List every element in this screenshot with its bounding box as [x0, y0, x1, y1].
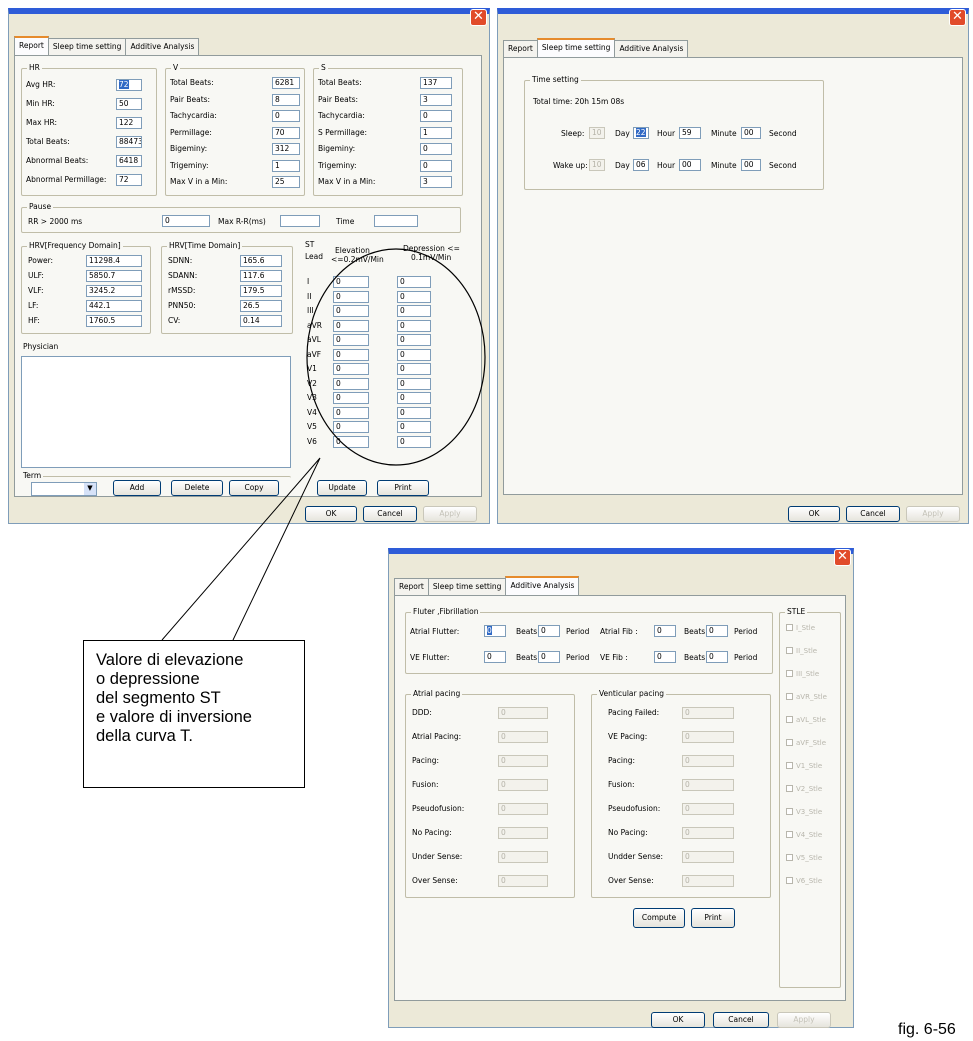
- tab-strip: Report Sleep time setting Additive Analy…: [394, 576, 580, 595]
- value-field[interactable]: 0: [498, 875, 548, 887]
- tab-additive-analysis[interactable]: Additive Analysis: [505, 576, 580, 595]
- stle-checkbox[interactable]: V1_Stle: [786, 761, 822, 771]
- callout-line: e valore di inversione: [96, 708, 252, 726]
- stle-checkbox[interactable]: V3_Stle: [786, 807, 822, 817]
- atrial-fib-period[interactable]: 0: [706, 625, 728, 637]
- stle-group: STLE I_Stle II_Stle III_Stle aVR_Stle aVL_St…: [779, 607, 841, 988]
- field-label: Fusion:: [608, 780, 635, 789]
- atrial-fib-beats[interactable]: 0: [654, 625, 676, 637]
- field-label: Over Sense:: [412, 876, 458, 885]
- tab-report[interactable]: Report: [394, 578, 429, 595]
- flutter-group: Fluter ,Fibrillation Atrial Flutter: 0 B…: [405, 607, 773, 674]
- field-label: No Pacing:: [412, 828, 452, 837]
- callout-line: Valore di elevazione: [96, 651, 244, 669]
- stle-checkbox[interactable]: V4_Stle: [786, 830, 822, 840]
- value-field[interactable]: 0: [682, 779, 734, 791]
- apply-button[interactable]: Apply: [777, 1012, 831, 1028]
- figure-label: fig. 6-56: [898, 1021, 956, 1038]
- value-field[interactable]: 0: [498, 827, 548, 839]
- ve-fib-label: VE Fib :: [600, 653, 628, 662]
- period-label: Period: [734, 627, 758, 636]
- beats-label: Beats: [516, 627, 538, 636]
- beats-label: Beats: [684, 653, 706, 662]
- additive-panel: Fluter ,Fibrillation Atrial Flutter: 0 B…: [394, 595, 846, 1001]
- tab-report[interactable]: Report: [14, 36, 49, 55]
- callout-box: Valore di elevazione o depressione del s…: [83, 640, 305, 788]
- stle-checkbox[interactable]: V6_Stle: [786, 876, 822, 886]
- flutter-title: Fluter ,Fibrillation: [411, 607, 481, 616]
- ok-button[interactable]: OK: [651, 1012, 705, 1028]
- period-label: Period: [566, 653, 590, 662]
- stle-checkbox[interactable]: aVF_Stle: [786, 738, 826, 748]
- atrial-flutter-period[interactable]: 0: [538, 625, 560, 637]
- value-field[interactable]: 0: [682, 851, 734, 863]
- ve-flutter-period[interactable]: 0: [538, 651, 560, 663]
- atrial-fib-label: Atrial Fib :: [600, 627, 638, 636]
- close-icon[interactable]: ✕: [834, 549, 851, 566]
- ve-fib-beats[interactable]: 0: [654, 651, 676, 663]
- value-field[interactable]: 0: [682, 803, 734, 815]
- beats-label: Beats: [684, 627, 706, 636]
- field-label: Atrial Pacing:: [412, 732, 462, 741]
- stle-checkbox[interactable]: V2_Stle: [786, 784, 822, 794]
- value-field[interactable]: 0: [682, 707, 734, 719]
- value-field[interactable]: 0: [498, 779, 548, 791]
- stle-checkbox[interactable]: II_Stle: [786, 646, 817, 656]
- field-label: No Pacing:: [608, 828, 648, 837]
- stle-checkbox[interactable]: I_Stle: [786, 623, 815, 633]
- stle-checkbox[interactable]: aVL_Stle: [786, 715, 826, 725]
- stle-checkbox[interactable]: aVR_Stle: [786, 692, 827, 702]
- additive-analysis-dialog: ✕ Report Sleep time setting Additive Ana…: [388, 548, 854, 1028]
- callout-line: del segmento ST: [96, 689, 221, 707]
- field-label: Undder Sense:: [608, 852, 664, 861]
- value-field[interactable]: 0: [682, 875, 734, 887]
- stle-checkbox[interactable]: V5_Stle: [786, 853, 822, 863]
- ve-flutter-beats[interactable]: 0: [484, 651, 506, 663]
- callout-line: della curva T.: [96, 727, 193, 745]
- field-label: Over Sense:: [608, 876, 654, 885]
- period-label: Period: [734, 653, 758, 662]
- field-label: DDD:: [412, 708, 432, 717]
- atrial-flutter-beats[interactable]: 0: [484, 625, 506, 637]
- venticular-pacing-title: Venticular pacing: [597, 689, 667, 698]
- print-button[interactable]: Print: [691, 908, 735, 928]
- period-label: Period: [566, 627, 590, 636]
- field-label: Pseudofusion:: [608, 804, 661, 813]
- value-field[interactable]: 0: [498, 803, 548, 815]
- tab-sleep-time-setting[interactable]: Sleep time setting: [427, 578, 507, 595]
- field-label: Pacing Failed:: [608, 708, 660, 717]
- field-label: VE Pacing:: [608, 732, 648, 741]
- value-field[interactable]: 0: [682, 755, 734, 767]
- beats-label: Beats: [516, 653, 538, 662]
- compute-button[interactable]: Compute: [633, 908, 685, 928]
- ve-flutter-label: VE Flutter:: [410, 653, 450, 662]
- stle-checkbox[interactable]: III_Stle: [786, 669, 819, 679]
- atrial-pacing-title: Atrial pacing: [411, 689, 463, 698]
- field-label: Pacing:: [412, 756, 440, 765]
- field-label: Pseudofusion:: [412, 804, 465, 813]
- venticular-pacing-group: Venticular pacing Pacing Failed: 0 VE Paci…: [591, 689, 771, 898]
- tab-sleep-time-setting[interactable]: Sleep time setting: [536, 38, 616, 57]
- field-label: Under Sense:: [412, 852, 463, 861]
- atrial-pacing-group: Atrial pacing DDD: 0 Atrial Pacing: 0 Pacing…: [405, 689, 575, 898]
- value-field[interactable]: 0: [498, 755, 548, 767]
- ve-fib-period[interactable]: 0: [706, 651, 728, 663]
- field-label: Fusion:: [412, 780, 439, 789]
- stle-title: STLE: [785, 607, 808, 616]
- value-field[interactable]: 0: [682, 731, 734, 743]
- value-field[interactable]: 0: [498, 851, 548, 863]
- value-field[interactable]: 0: [498, 731, 548, 743]
- value-field[interactable]: 0: [498, 707, 548, 719]
- cancel-button[interactable]: Cancel: [713, 1012, 769, 1028]
- value-field[interactable]: 0: [682, 827, 734, 839]
- callout-line: o depressione: [96, 670, 200, 688]
- atrial-flutter-label: Atrial Flutter:: [410, 627, 460, 636]
- field-label: Pacing:: [608, 756, 636, 765]
